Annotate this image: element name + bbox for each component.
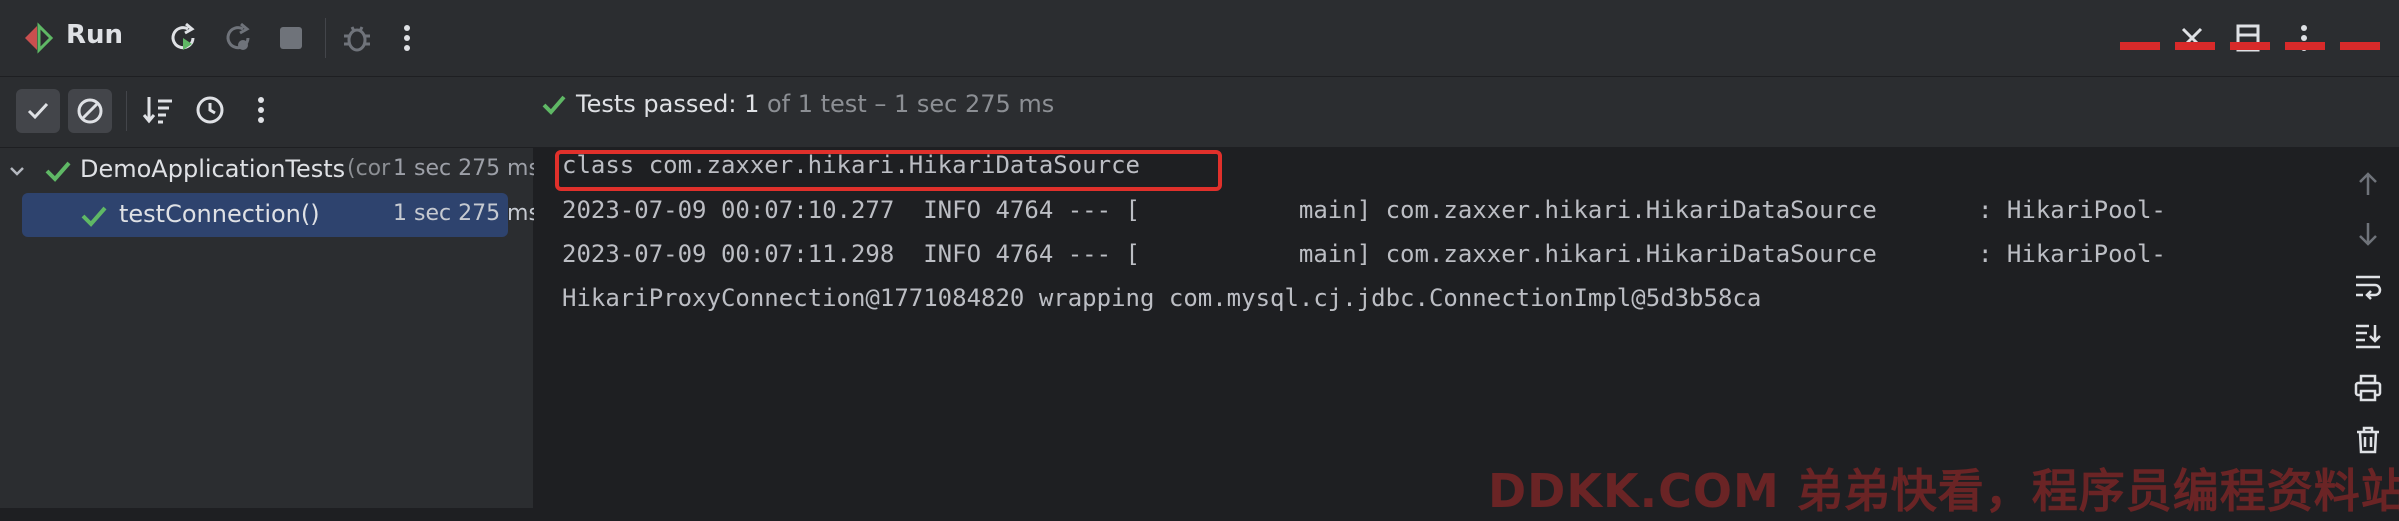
minimize-icon[interactable]	[2334, 18, 2374, 58]
rerun-failed-icon[interactable]	[218, 18, 258, 58]
test-tree: DemoApplicationTests (cor 1 sec 275 ms t…	[0, 148, 540, 508]
console-line: 2023-07-09 00:07:10.277 INFO 4764 --- [ …	[562, 196, 2166, 224]
console-output[interactable]: class com.zaxxer.hikari.HikariDataSource…	[534, 148, 2334, 508]
layout-icon[interactable]	[2228, 18, 2268, 58]
console-gutter	[2334, 148, 2399, 508]
highlight-box	[555, 150, 1222, 191]
arrow-up-icon[interactable]	[2350, 166, 2386, 202]
rerun-icon[interactable]	[163, 18, 203, 58]
close-icon[interactable]	[2172, 18, 2212, 58]
arrow-down-icon[interactable]	[2350, 216, 2386, 252]
more-icon[interactable]	[2284, 18, 2324, 58]
status-detail: of 1 test – 1 sec 275 ms	[759, 90, 1055, 118]
more-icon[interactable]	[241, 90, 281, 130]
tree-item-label: DemoApplicationTests	[80, 155, 346, 183]
trash-icon[interactable]	[2350, 422, 2386, 458]
tree-item-label: testConnection()	[119, 200, 320, 228]
tree-item-time: 1 sec 275 ms	[393, 156, 540, 181]
passed-count: 1	[744, 90, 760, 118]
tree-item-suffix: (cor	[347, 156, 391, 181]
passed-check-icon	[81, 206, 107, 227]
tree-item-root[interactable]: DemoApplicationTests (cor 1 sec 275 ms	[0, 148, 540, 192]
console-line: 2023-07-09 00:07:11.298 INFO 4764 --- [ …	[562, 240, 2166, 268]
toolbar-separator	[325, 18, 326, 58]
watermark-stripe	[2120, 42, 2395, 50]
sort-icon[interactable]	[138, 90, 178, 130]
show-passed-toggle[interactable]	[16, 89, 60, 133]
check-icon	[27, 102, 49, 120]
soft-wrap-icon[interactable]	[2350, 268, 2386, 304]
passed-check-icon	[45, 161, 71, 182]
test-status: Tests passed: 1 of 1 test – 1 sec 275 ms	[576, 90, 1054, 118]
tree-item-time: 1 sec 275 ms	[393, 201, 540, 226]
print-icon[interactable]	[2350, 370, 2386, 406]
watermark: DDKK.COM 弟弟快看，程序员编程资料站	[1488, 464, 2399, 518]
console-line: HikariProxyConnection@1771084820 wrappin…	[562, 284, 1762, 312]
tree-item-test-connection[interactable]: testConnection() 1 sec 275 ms	[22, 193, 540, 237]
debug-icon[interactable]	[337, 18, 377, 58]
test-toolbar	[0, 77, 2399, 148]
show-ignored-toggle[interactable]	[68, 89, 112, 133]
run-title: Run	[66, 20, 124, 50]
run-tool-icon[interactable]	[18, 18, 58, 58]
status-check-icon	[541, 92, 567, 122]
status-label: Tests passed:	[576, 90, 745, 118]
stop-icon[interactable]	[271, 18, 311, 58]
chevron-down-icon[interactable]	[8, 162, 26, 180]
ignored-icon	[77, 98, 103, 124]
run-toolbar: Run	[0, 0, 2399, 77]
more-icon[interactable]	[387, 18, 427, 58]
clock-icon[interactable]	[190, 90, 230, 130]
toolbar-separator	[126, 91, 127, 131]
scroll-to-end-icon[interactable]	[2350, 318, 2386, 354]
